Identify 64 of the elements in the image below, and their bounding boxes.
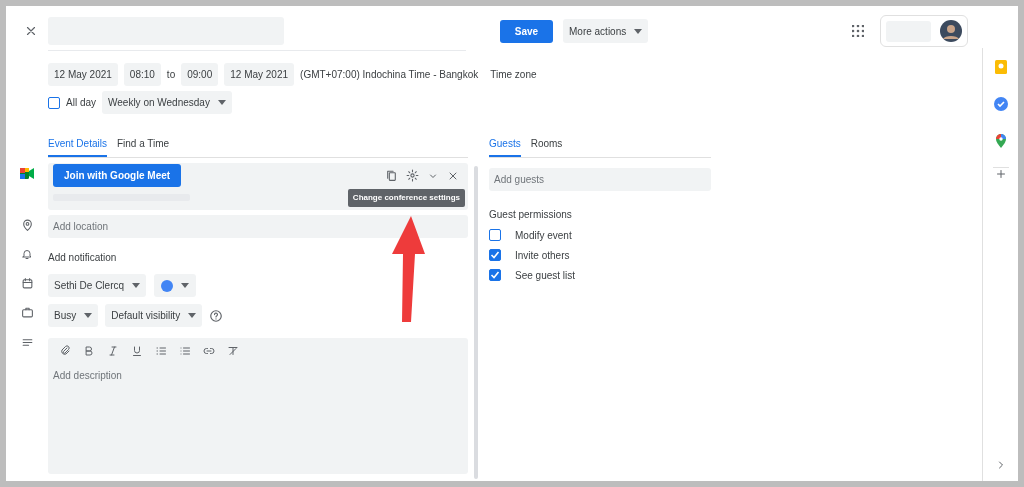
caret-icon (188, 313, 197, 318)
add-notification-link[interactable]: Add notification (48, 250, 468, 265)
join-meet-button[interactable]: Join with Google Meet (53, 164, 182, 187)
underline-icon (131, 345, 143, 357)
avatar-icon[interactable] (940, 20, 962, 42)
description-placeholder: Add description (53, 369, 123, 383)
clear-format-icon (227, 345, 239, 357)
permissions-title: Guest permissions (489, 208, 573, 222)
tab[interactable]: Guests (489, 138, 521, 157)
checkbox-label: Modify event (515, 228, 572, 243)
availability-dropdown[interactable]: Busy (48, 304, 99, 327)
description-editor[interactable]: Add description (48, 338, 468, 474)
tab[interactable]: Rooms (530, 138, 563, 157)
map-pin-icon (20, 219, 34, 232)
all-day-label: All day (66, 96, 96, 110)
checkbox-label: Invite others (515, 248, 570, 263)
caret-icon (84, 313, 93, 318)
start-date-field[interactable]: 12 May 2021 (48, 63, 118, 86)
end-date-field[interactable]: 12 May 2021 (224, 63, 295, 86)
tab[interactable]: Event Details (48, 138, 107, 157)
copy-icon (385, 169, 398, 182)
add-guests-field[interactable]: Add guests (489, 168, 711, 191)
checkbox[interactable] (48, 96, 60, 109)
map-pin-icon[interactable] (995, 134, 1006, 148)
caret-icon (132, 283, 141, 288)
help-icon (209, 308, 224, 323)
scrollbar[interactable] (474, 166, 478, 479)
check-circle-icon[interactable] (993, 97, 1008, 111)
plus-icon (994, 168, 1007, 180)
checkbox[interactable] (489, 229, 501, 241)
video-camera-icon (20, 168, 34, 179)
start-time-field[interactable]: 08:10 (123, 63, 161, 86)
text-lines-icon (20, 336, 34, 349)
location-field[interactable]: Add location (48, 215, 468, 238)
end-time-field[interactable]: 09:00 (181, 63, 219, 86)
to-label: to (166, 68, 176, 82)
briefcase-icon (20, 306, 34, 319)
caret-icon (634, 28, 643, 34)
tooltip: Change conference settings (347, 189, 465, 207)
recurrence-dropdown[interactable]: Weekly on Wednesday (102, 91, 232, 114)
italic-icon (107, 345, 119, 357)
gear-icon (406, 169, 419, 182)
caret-icon (181, 283, 190, 288)
checkbox-label: See guest list (515, 268, 576, 283)
tab[interactable]: Find a Time (116, 138, 170, 157)
checkbox[interactable] (489, 269, 501, 281)
link-icon (203, 345, 215, 357)
caret-icon (217, 100, 226, 105)
calendar-icon (20, 277, 34, 290)
checkbox[interactable] (489, 249, 501, 261)
paperclip-icon (59, 345, 71, 357)
save-button[interactable]: Save (500, 19, 553, 43)
close-icon (24, 24, 38, 38)
apps-grid-icon[interactable] (852, 25, 864, 37)
more-actions-button[interactable]: More actions (563, 19, 649, 43)
bell-icon (21, 248, 33, 260)
account-panel[interactable] (880, 15, 968, 47)
timezone-label: (GMT+07:00) Indochina Time - Bangkok (300, 68, 479, 82)
color-dropdown[interactable] (154, 274, 197, 297)
time-zone-link[interactable]: Time zone (490, 67, 537, 82)
visibility-dropdown[interactable]: Default visibility (105, 304, 203, 327)
calendar-dropdown[interactable]: Sethi De Clercq (48, 274, 147, 297)
numbered-list-icon (155, 345, 167, 357)
bold-icon (83, 345, 95, 357)
